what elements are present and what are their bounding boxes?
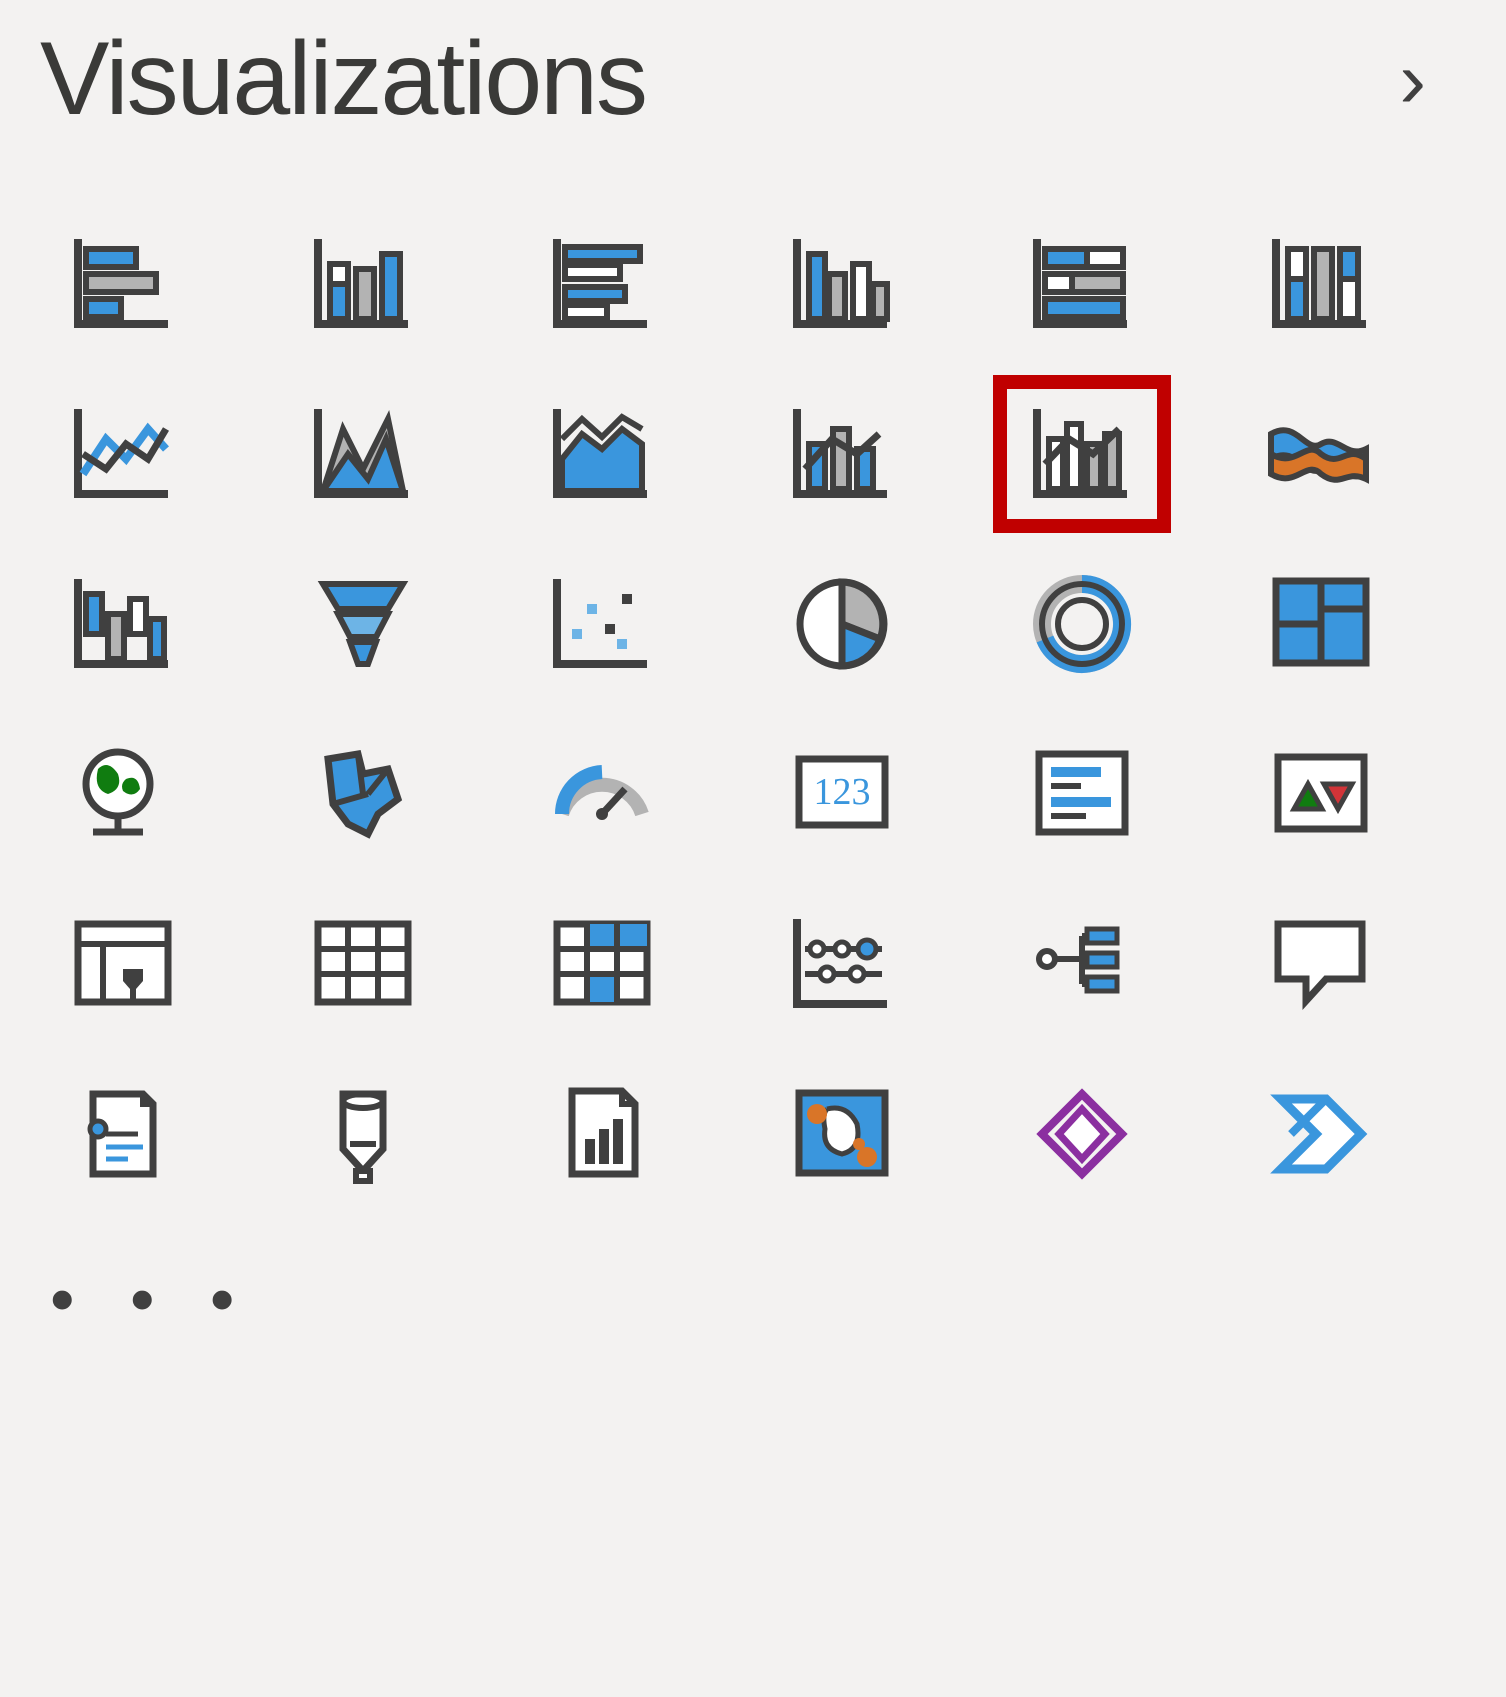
card-icon[interactable]: 123: [767, 729, 917, 859]
stacked-column-icon[interactable]: [288, 219, 438, 349]
decomposition-tree-icon[interactable]: [288, 1069, 438, 1199]
area-icon[interactable]: [288, 389, 438, 519]
slicer-icon[interactable]: [48, 899, 198, 1029]
power-apps-icon[interactable]: [1007, 1069, 1157, 1199]
table-icon[interactable]: [288, 899, 438, 1029]
scatter-icon[interactable]: [527, 559, 677, 689]
arcgis-icon[interactable]: [767, 1069, 917, 1199]
visualizations-panel: Visualizations › 123 • • •: [0, 0, 1506, 1697]
collapse-chevron-icon[interactable]: ›: [1389, 24, 1436, 136]
more-options-icon[interactable]: • • •: [40, 1259, 1466, 1339]
gauge-icon[interactable]: [527, 729, 677, 859]
r-visual-icon[interactable]: [767, 899, 917, 1029]
panel-header: Visualizations ›: [40, 20, 1466, 139]
key-influencers-icon[interactable]: [1007, 899, 1157, 1029]
waterfall-icon[interactable]: [48, 559, 198, 689]
stacked-area-icon[interactable]: [527, 389, 677, 519]
svg-text:123: 123: [814, 771, 871, 813]
line-icon[interactable]: [48, 389, 198, 519]
qna-icon[interactable]: [1246, 899, 1396, 1029]
multi-row-card-icon[interactable]: [1007, 729, 1157, 859]
donut-icon[interactable]: [1007, 559, 1157, 689]
stacked-bar-icon[interactable]: [48, 219, 198, 349]
funnel-icon[interactable]: [288, 559, 438, 689]
panel-title: Visualizations: [40, 20, 646, 139]
pie-icon[interactable]: [767, 559, 917, 689]
kpi-icon[interactable]: [1246, 729, 1396, 859]
treemap-icon[interactable]: [1246, 559, 1396, 689]
clustered-column-icon[interactable]: [767, 219, 917, 349]
clustered-bar-icon[interactable]: [527, 219, 677, 349]
python-visual-icon[interactable]: [48, 1069, 198, 1199]
line-clustered-column-icon[interactable]: [1007, 389, 1157, 519]
paginated-report-icon[interactable]: [527, 1069, 677, 1199]
filled-map-icon[interactable]: [288, 729, 438, 859]
matrix-icon[interactable]: [527, 899, 677, 1029]
power-automate-icon[interactable]: [1246, 1069, 1396, 1199]
ribbon-icon[interactable]: [1246, 389, 1396, 519]
map-icon[interactable]: [48, 729, 198, 859]
hundred-stacked-bar-icon[interactable]: [1007, 219, 1157, 349]
line-stacked-column-icon[interactable]: [767, 389, 917, 519]
hundred-stacked-column-icon[interactable]: [1246, 219, 1396, 349]
visualizations-grid: 123: [40, 219, 1466, 1199]
